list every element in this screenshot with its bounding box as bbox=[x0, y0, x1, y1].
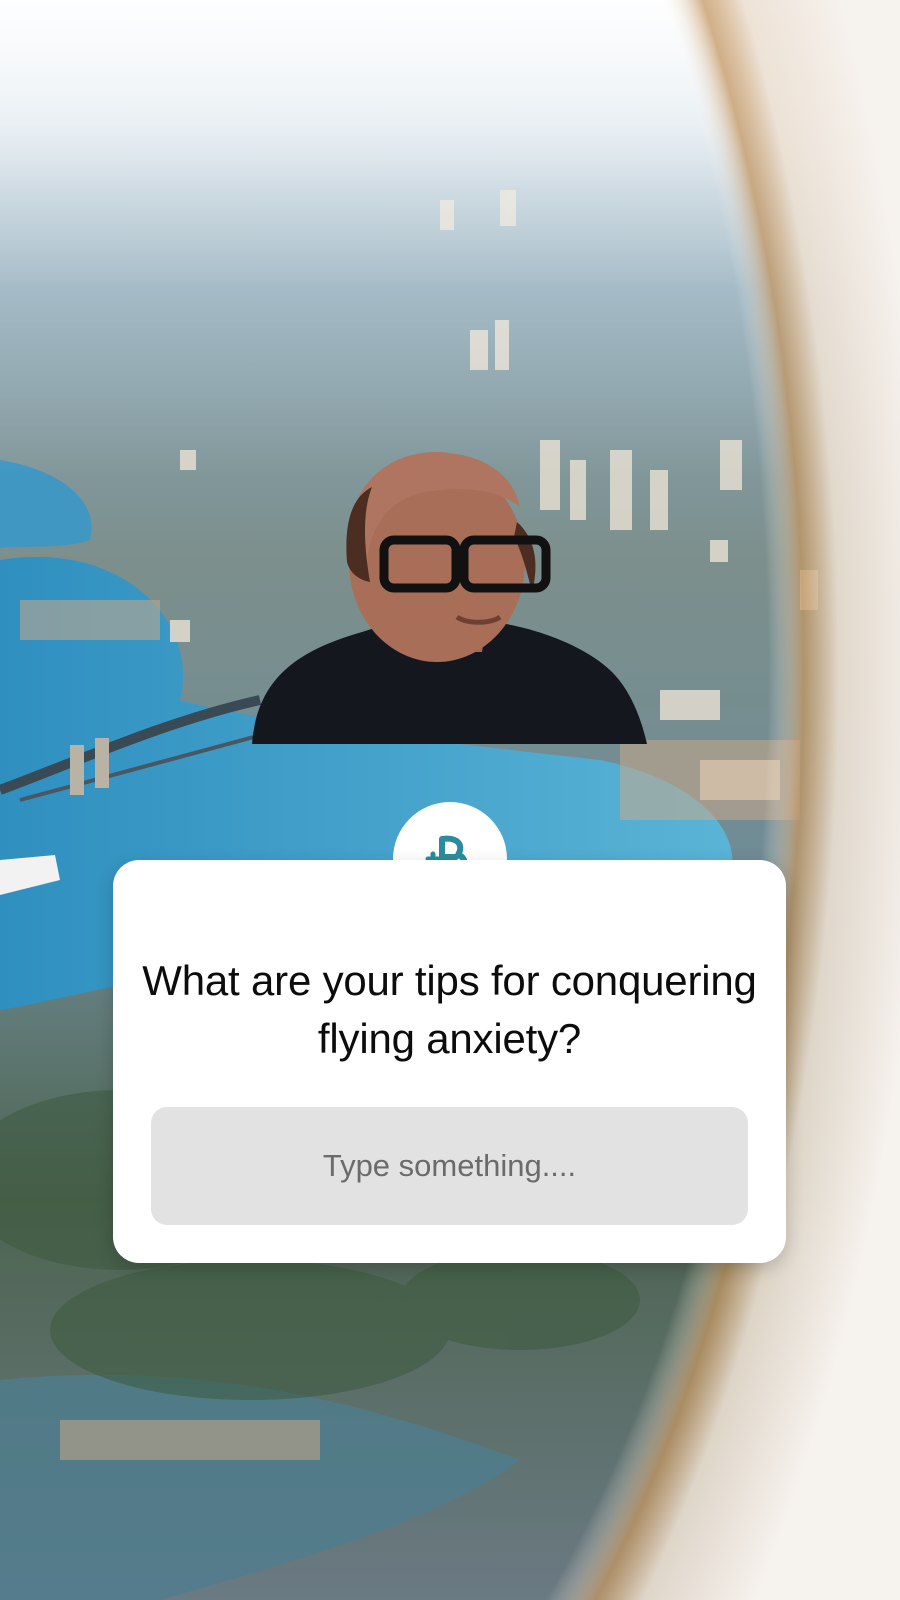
answer-input[interactable] bbox=[151, 1107, 748, 1225]
story-screen: What are your tips for conquering flying… bbox=[0, 0, 900, 1600]
question-sticker-card: What are your tips for conquering flying… bbox=[113, 860, 786, 1263]
aerial-city-background bbox=[0, 0, 900, 1600]
person-sticker-image bbox=[252, 452, 647, 744]
question-text: What are your tips for conquering flying… bbox=[142, 957, 757, 1062]
